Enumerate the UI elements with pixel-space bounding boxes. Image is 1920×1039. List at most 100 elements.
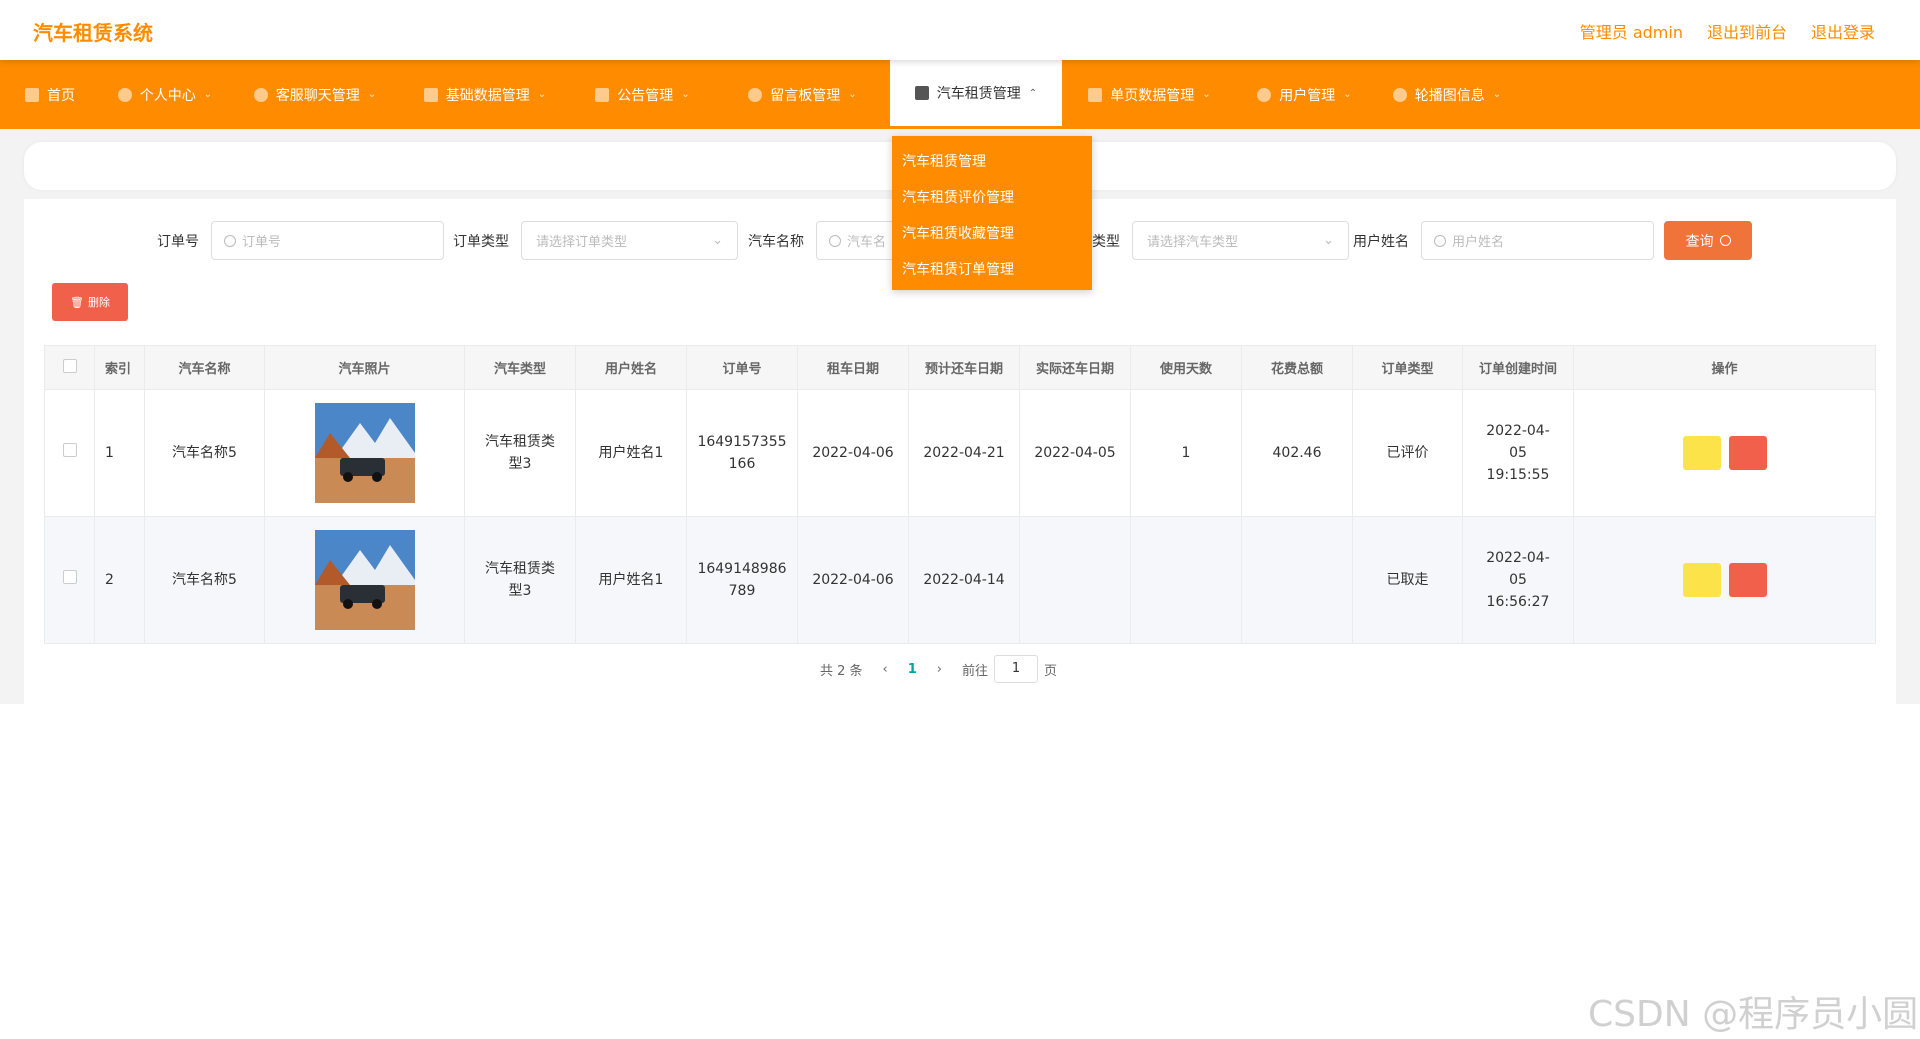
table-row: 2 汽车名称5 汽车租赁类型3 用户姓名1 1649148986789 2022… — [44, 516, 1876, 644]
cell-order-type: 已取走 — [1352, 516, 1463, 644]
pager-goto: 前往 1 页 — [962, 655, 1057, 683]
menu-item-car-rental-favorite[interactable]: 汽车租赁收藏管理 — [892, 216, 1092, 252]
nav-basic-data[interactable]: 基础数据管理 ⌄ — [400, 60, 570, 129]
message-icon — [748, 87, 763, 102]
order-type-placeholder: 请选择订单类型 — [536, 235, 628, 250]
nav-notice[interactable]: 公告管理 ⌄ — [570, 60, 715, 129]
col-header: 汽车类型 — [464, 345, 576, 390]
prev-page-icon[interactable]: ‹ — [883, 662, 888, 677]
row-select[interactable] — [44, 516, 95, 644]
page-unit: 页 — [1044, 663, 1058, 679]
search-icon — [224, 234, 236, 247]
orders-table: 索引 汽车名称 汽车照片 汽车类型 用户姓名 订单号 租车日期 预计还车日期 实… — [44, 345, 1876, 644]
row-checkbox[interactable] — [62, 443, 77, 457]
nav-home[interactable]: 首页 — [0, 60, 100, 129]
nav-message-board[interactable]: 留言板管理 ⌄ — [715, 60, 890, 129]
col-header: 汽车名称 — [144, 345, 265, 390]
user-name-input[interactable]: 用户姓名 — [1421, 221, 1654, 260]
search-order-no: 订单号 订单号 — [157, 221, 444, 260]
nav-chat[interactable]: 客服聊天管理 ⌄ — [230, 60, 400, 129]
admin-label: 管理员 admin — [1579, 23, 1683, 42]
pager-total: 共 2 条 — [820, 663, 863, 679]
next-page-icon[interactable]: › — [937, 662, 942, 677]
logout-link[interactable]: 退出登录 — [1811, 19, 1875, 43]
order-no-input[interactable]: 订单号 — [211, 221, 444, 260]
cell-actual-return — [1019, 516, 1131, 644]
cell-user: 用户姓名1 — [575, 389, 687, 517]
notice-icon — [595, 87, 610, 102]
search-order-type: 订单类型 请选择订单类型 ⌄ — [453, 221, 738, 260]
menu-item-car-rental-review[interactable]: 汽车租赁评价管理 — [892, 180, 1092, 216]
car-photo-image — [314, 403, 415, 503]
col-header: 预计还车日期 — [908, 345, 1020, 390]
col-header: 使用天数 — [1130, 345, 1242, 390]
nav-label: 轮播图信息 — [1414, 87, 1485, 104]
menu-item-car-rental-order[interactable]: 汽车租赁订单管理 — [892, 252, 1092, 288]
order-no-label: 订单号 — [157, 233, 199, 250]
monitor-icon — [914, 86, 929, 100]
select-all-checkbox[interactable] — [62, 358, 77, 373]
search-icon — [1434, 234, 1446, 247]
query-button[interactable]: 查询 — [1664, 221, 1752, 260]
col-header: 订单类型 — [1352, 345, 1463, 390]
chevron-down-icon: ⌄ — [1492, 89, 1502, 100]
nav-carousel[interactable]: 轮播图信息 ⌄ — [1372, 60, 1522, 129]
nav-car-rental[interactable]: 汽车租赁管理 ⌃ — [890, 60, 1062, 129]
cell-car-photo — [264, 389, 465, 517]
clock-icon — [1392, 87, 1407, 102]
row-select[interactable] — [44, 389, 95, 517]
cell-car-name: 汽车名称5 — [144, 389, 265, 517]
car-type-placeholder: 请选择汽车类型 — [1147, 235, 1239, 250]
cell-actual-return: 2022-04-05 — [1019, 389, 1131, 517]
row-delete-button[interactable] — [1728, 436, 1767, 470]
cell-order-type: 已评价 — [1352, 389, 1463, 517]
table-row: 1 汽车名称5 汽车租赁类型3 用户姓名1 1649157355166 2022… — [44, 389, 1876, 517]
search-car-type: 类型 请选择汽车类型 ⌄ — [1092, 221, 1349, 260]
col-header: 索引 — [94, 345, 145, 390]
table-header-row: 索引 汽车名称 汽车照片 汽车类型 用户姓名 订单号 租车日期 预计还车日期 实… — [44, 345, 1876, 390]
user-name-placeholder: 用户姓名 — [1452, 235, 1505, 250]
nav-single-page[interactable]: 单页数据管理 ⌄ — [1062, 60, 1237, 129]
order-type-select[interactable]: 请选择订单类型 ⌄ — [521, 221, 738, 260]
cell-order-no: 1649148986789 — [686, 516, 798, 644]
chevron-down-icon: ⌄ — [203, 89, 213, 100]
chevron-down-icon: ⌄ — [367, 89, 377, 100]
cell-total: 402.46 — [1241, 389, 1353, 517]
cell-total — [1241, 516, 1353, 644]
app-title: 汽车租赁系统 — [33, 21, 153, 45]
page-icon — [1088, 87, 1103, 102]
nav-users[interactable]: 用户管理 ⌄ — [1237, 60, 1372, 129]
cell-car-type: 汽车租赁类型3 — [464, 389, 576, 517]
delete-button[interactable]: 🗑 删除 — [52, 283, 128, 321]
trash-icon: 🗑 — [70, 295, 84, 309]
nav-label: 单页数据管理 — [1110, 87, 1195, 104]
goto-input[interactable]: 1 — [994, 655, 1039, 683]
cell-actions — [1573, 516, 1876, 644]
cell-expected-return: 2022-04-14 — [908, 516, 1020, 644]
menu-item-car-rental[interactable]: 汽车租赁管理 — [892, 144, 1092, 180]
chevron-down-icon: ⌄ — [1323, 233, 1334, 248]
cell-car-photo — [264, 516, 465, 644]
car-photo-image — [314, 530, 415, 630]
view-button[interactable] — [1682, 436, 1721, 470]
nav-personal[interactable]: 个人中心 ⌄ — [100, 60, 230, 129]
col-header: 花费总额 — [1241, 345, 1353, 390]
col-header: 操作 — [1573, 345, 1876, 390]
view-button[interactable] — [1682, 563, 1721, 597]
row-checkbox[interactable] — [62, 570, 77, 584]
car-type-select[interactable]: 请选择汽车类型 ⌄ — [1132, 221, 1349, 260]
row-delete-button[interactable] — [1728, 563, 1767, 597]
chevron-down-icon: ⌄ — [537, 89, 547, 100]
nav-label: 基础数据管理 — [445, 87, 530, 104]
chevron-down-icon: ⌄ — [1343, 89, 1352, 100]
main-nav: 首页 个人中心 ⌄ 客服聊天管理 ⌄ 基础数据管理 ⌄ 公告管理 ⌄ 留言板管理 ⌄ 汽车… — [0, 60, 1920, 129]
car-name-placeholder: 汽车名 — [847, 235, 887, 250]
pager-current[interactable]: 1 — [908, 662, 917, 677]
select-all-header[interactable] — [44, 345, 95, 390]
front-link[interactable]: 退出到前台 — [1707, 19, 1787, 43]
search-icon — [829, 234, 841, 247]
nav-label: 汽车租赁管理 — [936, 86, 1021, 102]
chevron-up-icon: ⌃ — [1028, 87, 1038, 99]
nav-label: 公告管理 — [617, 87, 674, 104]
cell-order-no: 1649157355166 — [686, 389, 798, 517]
